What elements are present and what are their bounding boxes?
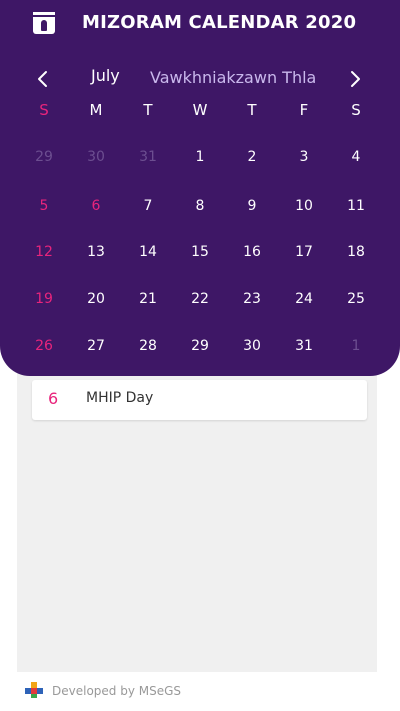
calendar-day[interactable]: 1 (174, 145, 226, 169)
calendar-day[interactable]: 4 (330, 145, 382, 169)
calendar-day[interactable]: 2 (226, 145, 278, 169)
calendar-day[interactable]: 28 (122, 334, 174, 358)
next-month-button[interactable] (342, 66, 368, 92)
calendar-day[interactable]: 20 (70, 287, 122, 311)
month-label: July (91, 66, 120, 85)
weekday-header-row: S M T W T F S (18, 98, 382, 122)
app-logo-icon (33, 12, 55, 34)
weekday-label: M (89, 101, 103, 119)
calendar-day[interactable]: 11 (330, 194, 382, 218)
calendar-day[interactable]: 12 (18, 240, 70, 264)
weekday-label: S (39, 101, 49, 119)
calendar-day[interactable]: 9 (226, 194, 278, 218)
calendar-day[interactable]: 24 (278, 287, 330, 311)
calendar-week-row: 5 6 7 8 9 10 11 (18, 194, 382, 218)
msegs-logo-icon (25, 682, 43, 698)
chevron-right-icon (351, 71, 360, 87)
calendar-day[interactable]: 31 (278, 334, 330, 358)
weekday-label: S (351, 101, 361, 119)
calendar-day[interactable]: 17 (278, 240, 330, 264)
calendar-header: MIZORAM CALENDAR 2020 July Vawkhniakzawn… (0, 0, 400, 376)
calendar-day[interactable]: 8 (174, 194, 226, 218)
weekday-label: T (247, 101, 257, 119)
calendar-day[interactable]: 27 (70, 334, 122, 358)
calendar-week-row: 29 30 31 1 2 3 4 (18, 145, 382, 169)
calendar-day[interactable]: 25 (330, 287, 382, 311)
calendar-day[interactable]: 5 (18, 194, 70, 218)
calendar-day[interactable]: 1 (330, 334, 382, 358)
developer-credit: Developed by MSeGS (52, 684, 182, 698)
calendar-day[interactable]: 16 (226, 240, 278, 264)
calendar-day[interactable]: 3 (278, 145, 330, 169)
weekday-label: T (143, 101, 153, 119)
calendar-day[interactable]: 10 (278, 194, 330, 218)
event-name: MHIP Day (86, 390, 154, 406)
app-title: MIZORAM CALENDAR 2020 (82, 12, 357, 33)
weekday-label: W (192, 101, 208, 119)
calendar-day[interactable]: 29 (174, 334, 226, 358)
calendar-day[interactable]: 31 (122, 145, 174, 169)
calendar-day[interactable]: 29 (18, 145, 70, 169)
mizo-month-label: Vawkhniakzawn Thla (150, 68, 317, 87)
weekday-label: F (299, 101, 309, 119)
calendar-day[interactable]: 21 (122, 287, 174, 311)
calendar-day[interactable]: 18 (330, 240, 382, 264)
event-list-item[interactable]: 6 MHIP Day (32, 380, 367, 420)
calendar-day[interactable]: 15 (174, 240, 226, 264)
chevron-left-icon (38, 71, 47, 87)
calendar-day[interactable]: 22 (174, 287, 226, 311)
calendar-day[interactable]: 19 (18, 287, 70, 311)
calendar-day[interactable]: 13 (70, 240, 122, 264)
calendar-day[interactable]: 7 (122, 194, 174, 218)
calendar-day[interactable]: 30 (70, 145, 122, 169)
calendar-day[interactable]: 14 (122, 240, 174, 264)
calendar-day[interactable]: 23 (226, 287, 278, 311)
previous-month-button[interactable] (30, 66, 56, 92)
calendar-week-row: 19 20 21 22 23 24 25 (18, 287, 382, 311)
calendar-week-row: 12 13 14 15 16 17 18 (18, 240, 382, 264)
event-day: 6 (48, 389, 59, 408)
calendar-day[interactable]: 30 (226, 334, 278, 358)
calendar-week-row: 26 27 28 29 30 31 1 (18, 334, 382, 358)
calendar-day[interactable]: 6 (70, 194, 122, 218)
calendar-day[interactable]: 26 (18, 334, 70, 358)
